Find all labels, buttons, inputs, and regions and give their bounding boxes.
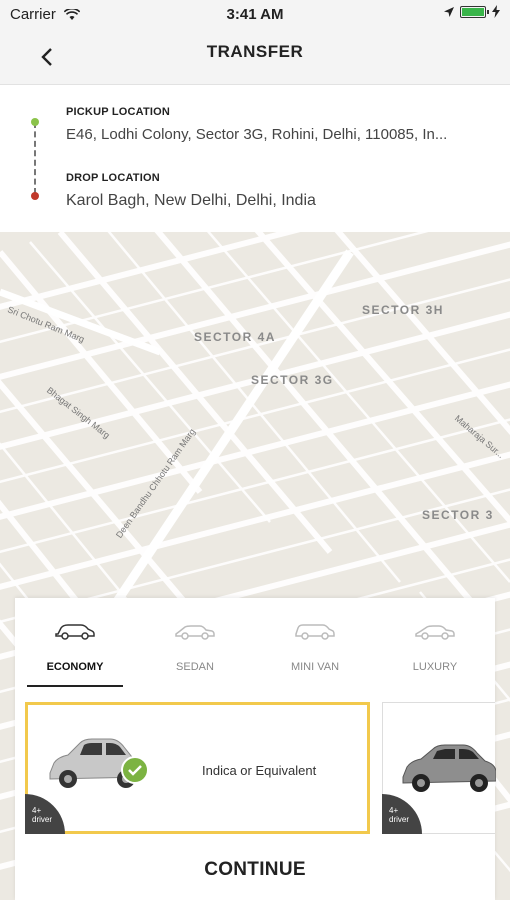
pickup-dot-icon (31, 118, 39, 126)
status-bar: Carrier 3:41 AM (0, 0, 510, 30)
page-title: TRANSFER (206, 42, 304, 61)
clock: 3:41 AM (226, 6, 284, 23)
car-option-card-selected[interactable]: Indica or Equivalent 4+ driver (25, 702, 370, 834)
tab-mini-van[interactable]: MINI VAN (255, 598, 375, 688)
pickup-location-field[interactable]: E46, Lodhi Colony, Sector 3G, Rohini, De… (66, 126, 466, 143)
drop-dot-icon (31, 192, 39, 200)
selected-check-icon (121, 756, 149, 784)
tab-label: ECONOMY (46, 661, 104, 673)
map-label-sector-4a: SECTOR 4A (194, 330, 276, 344)
route-line (34, 122, 36, 194)
location-arrow-icon (444, 6, 454, 17)
tab-label: LUXURY (412, 661, 458, 673)
charging-icon (492, 5, 500, 18)
nav-bar: TRANSFER (0, 30, 510, 85)
car-image (402, 744, 496, 792)
active-tab-indicator (27, 685, 123, 687)
capacity-badge: 4+ driver (25, 794, 65, 834)
economy-car-icon (55, 624, 95, 640)
minivan-car-icon (295, 624, 335, 640)
car-option-card[interactable]: 4+ driver (382, 702, 496, 834)
drop-label: DROP LOCATION (66, 172, 160, 184)
battery-icon (460, 5, 489, 18)
car-name: Indica or Equivalent (202, 763, 317, 778)
drop-location-field[interactable]: Karol Bagh, New Delhi, Delhi, India (66, 192, 466, 210)
tab-sedan[interactable]: SEDAN (135, 598, 255, 688)
tab-luxury[interactable]: LUXURY (375, 598, 495, 688)
tab-label: SEDAN (176, 661, 214, 673)
tab-label: MINI VAN (290, 661, 340, 673)
luxury-car-icon (415, 625, 455, 640)
map-label-sector-3: SECTOR 3 (422, 508, 494, 522)
vehicle-tabs: ECONOMY SEDAN MINI VAN LUXURY (15, 598, 495, 690)
map-label-sector-3g: SECTOR 3G (251, 373, 334, 387)
map-label-sector-3h: SECTOR 3H (362, 303, 444, 317)
capacity-badge: 4+ driver (382, 794, 422, 834)
continue-button[interactable]: CONTINUE (15, 850, 495, 890)
status-icons (444, 5, 500, 18)
sedan-car-icon (175, 625, 215, 640)
vehicle-selector-sheet: ECONOMY SEDAN MINI VAN LUXURY Indica or … (15, 598, 496, 900)
tab-economy[interactable]: ECONOMY (15, 598, 135, 688)
pickup-label: PICKUP LOCATION (66, 106, 171, 118)
